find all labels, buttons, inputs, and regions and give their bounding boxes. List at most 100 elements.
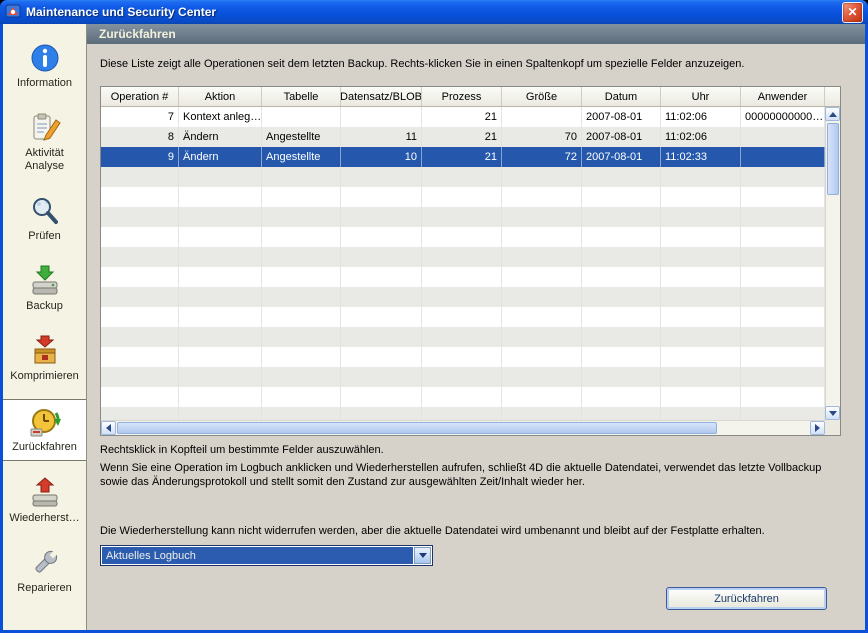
table-cell bbox=[502, 347, 582, 367]
logbook-select[interactable]: Aktuelles Logbuch bbox=[100, 545, 433, 566]
table-cell bbox=[101, 387, 179, 407]
sidebar-item-komprimieren[interactable]: Komprimieren bbox=[3, 329, 86, 389]
close-button[interactable]: ✕ bbox=[842, 2, 863, 23]
table-row[interactable] bbox=[101, 387, 825, 407]
scroll-down-button[interactable] bbox=[825, 406, 840, 420]
table-cell bbox=[502, 107, 582, 127]
zurueckfahren-button[interactable]: Zurückfahren bbox=[666, 587, 827, 610]
sidebar-item-pruefen[interactable]: Prüfen bbox=[3, 189, 86, 249]
table-cell bbox=[661, 387, 741, 407]
table-row[interactable] bbox=[101, 247, 825, 267]
section-title: Zurückfahren bbox=[99, 27, 176, 41]
table-row[interactable]: 8ÄndernAngestellte1121702007-08-0111:02:… bbox=[101, 127, 825, 147]
column-header-3[interactable]: Datensatz/BLOB bbox=[341, 87, 422, 106]
scroll-right-button[interactable] bbox=[810, 421, 825, 435]
table-row[interactable] bbox=[101, 267, 825, 287]
logbook-select-value: Aktuelles Logbuch bbox=[102, 547, 413, 564]
column-header-8[interactable]: Anwender bbox=[741, 87, 825, 106]
table-cell bbox=[741, 307, 825, 327]
table-row[interactable] bbox=[101, 167, 825, 187]
sidebar-item-label: Aktivität Analyse bbox=[5, 147, 84, 173]
table-cell: 11:02:06 bbox=[661, 107, 741, 127]
horizontal-scroll-thumb[interactable] bbox=[117, 422, 717, 434]
table-cell bbox=[741, 207, 825, 227]
table-cell bbox=[661, 167, 741, 187]
table-cell bbox=[741, 247, 825, 267]
section-header: Zurückfahren bbox=[87, 24, 865, 44]
table-row[interactable] bbox=[101, 187, 825, 207]
table-cell bbox=[262, 187, 341, 207]
table-cell bbox=[341, 107, 422, 127]
sidebar-item-wiederherstellen[interactable]: Wiederherst… bbox=[3, 471, 86, 531]
table-cell bbox=[179, 187, 262, 207]
table-cell bbox=[179, 207, 262, 227]
column-header-5[interactable]: Größe bbox=[502, 87, 582, 106]
table-cell bbox=[502, 247, 582, 267]
table-cell bbox=[179, 407, 262, 420]
column-header-4[interactable]: Prozess bbox=[422, 87, 502, 106]
column-header-1[interactable]: Aktion bbox=[179, 87, 262, 106]
table-cell bbox=[262, 107, 341, 127]
table-cell bbox=[341, 187, 422, 207]
column-header-2[interactable]: Tabelle bbox=[262, 87, 341, 106]
table-cell: 9 bbox=[101, 147, 179, 167]
table-row[interactable] bbox=[101, 407, 825, 420]
table-cell bbox=[341, 207, 422, 227]
table-row[interactable] bbox=[101, 227, 825, 247]
table-cell: Angestellte bbox=[262, 147, 341, 167]
table-cell bbox=[341, 267, 422, 287]
table-cell: 21 bbox=[422, 147, 502, 167]
table-row[interactable]: 9ÄndernAngestellte1021722007-08-0111:02:… bbox=[101, 147, 825, 167]
table-cell bbox=[262, 307, 341, 327]
table-cell bbox=[582, 187, 661, 207]
table-row[interactable] bbox=[101, 207, 825, 227]
scroll-up-button[interactable] bbox=[825, 107, 840, 121]
table-cell bbox=[502, 207, 582, 227]
table-cell bbox=[262, 367, 341, 387]
table-cell bbox=[262, 407, 341, 420]
column-header-7[interactable]: Uhr bbox=[661, 87, 741, 106]
main-panel: Zurückfahren Diese Liste zeigt alle Oper… bbox=[87, 24, 865, 630]
table-cell bbox=[341, 227, 422, 247]
table-cell bbox=[179, 367, 262, 387]
column-header-0[interactable]: Operation # bbox=[101, 87, 179, 106]
table-cell bbox=[661, 347, 741, 367]
combo-dropdown-button[interactable] bbox=[414, 547, 431, 564]
column-header-filler bbox=[825, 87, 840, 106]
table-cell bbox=[262, 387, 341, 407]
table-cell bbox=[582, 287, 661, 307]
table-cell bbox=[101, 167, 179, 187]
sidebar-item-reparieren[interactable]: Reparieren bbox=[3, 541, 86, 601]
table-cell bbox=[101, 287, 179, 307]
table-row[interactable] bbox=[101, 367, 825, 387]
sidebar-item-zurueckfahren[interactable]: Zurückfahren bbox=[3, 399, 86, 461]
sidebar-item-label: Reparieren bbox=[17, 582, 71, 595]
table-cell bbox=[179, 167, 262, 187]
table-cell: Angestellte bbox=[262, 127, 341, 147]
scroll-left-button[interactable] bbox=[101, 421, 116, 435]
table-cell bbox=[101, 187, 179, 207]
vertical-scrollbar[interactable] bbox=[825, 107, 840, 420]
sidebar-item-aktivitaet-analyse[interactable]: Aktivität Analyse bbox=[3, 106, 86, 179]
table-row[interactable] bbox=[101, 327, 825, 347]
sidebar-item-backup[interactable]: Backup bbox=[3, 259, 86, 319]
table-cell bbox=[422, 367, 502, 387]
column-header-6[interactable]: Datum bbox=[582, 87, 661, 106]
close-icon: ✕ bbox=[847, 5, 857, 19]
table-cell bbox=[741, 147, 825, 167]
table-row[interactable] bbox=[101, 347, 825, 367]
table-row[interactable] bbox=[101, 287, 825, 307]
table-row[interactable] bbox=[101, 307, 825, 327]
horizontal-scrollbar[interactable] bbox=[101, 420, 825, 435]
table-row[interactable]: 7Kontext anleg…212007-08-0111:02:0600000… bbox=[101, 107, 825, 127]
table-cell bbox=[661, 367, 741, 387]
vertical-scroll-thumb[interactable] bbox=[827, 123, 839, 195]
table-cell bbox=[341, 327, 422, 347]
table-cell bbox=[422, 327, 502, 347]
table-cell bbox=[582, 327, 661, 347]
table-cell: 2007-08-01 bbox=[582, 127, 661, 147]
sidebar-item-information[interactable]: Information bbox=[3, 36, 86, 96]
table-cell bbox=[661, 287, 741, 307]
table-cell bbox=[101, 347, 179, 367]
table-cell: 21 bbox=[422, 107, 502, 127]
